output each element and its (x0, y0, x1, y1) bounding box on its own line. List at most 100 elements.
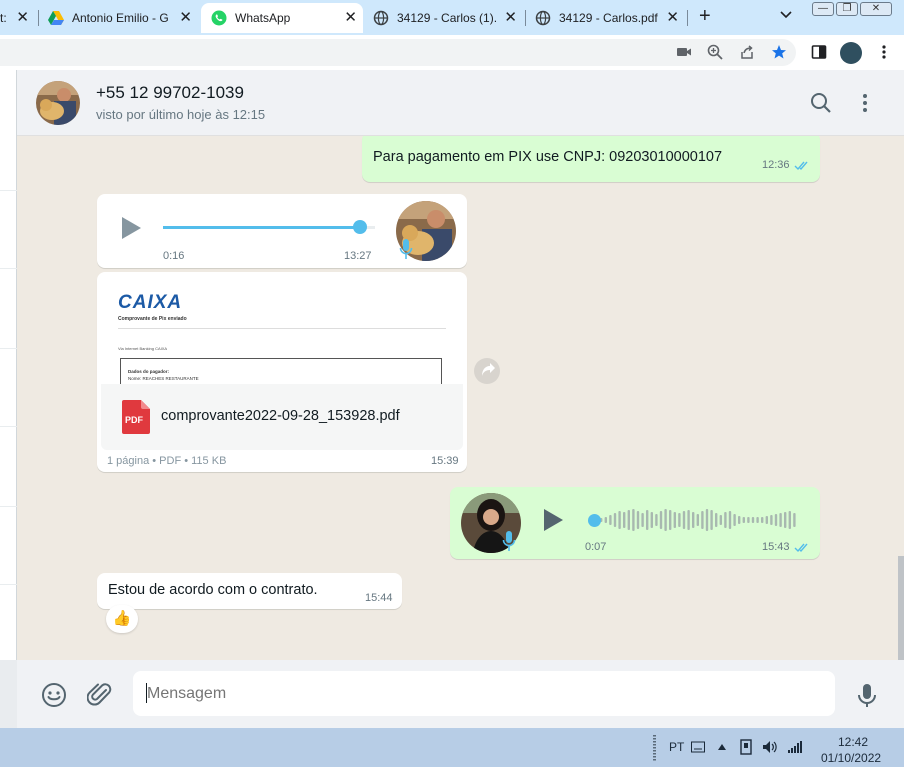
waveform-bar (728, 511, 732, 529)
google-drive-icon (48, 11, 64, 25)
message-time: 15:43 (762, 541, 790, 553)
forward-button[interactable] (474, 358, 500, 384)
preview-section: Dados do pagador: (128, 369, 170, 374)
waveform-bar (646, 510, 649, 530)
audio-elapsed: 0:16 (163, 250, 185, 262)
bookmark-star-icon[interactable] (771, 44, 787, 60)
tray-clock-date[interactable]: 01/10/2022 (821, 751, 881, 765)
tab-whatsapp[interactable]: WhatsApp ✕ (201, 3, 363, 33)
forward-icon (482, 363, 495, 376)
tab-separator (687, 10, 688, 26)
play-icon[interactable] (542, 508, 564, 532)
waveform-bar (664, 509, 667, 531)
new-tab-button[interactable]: + (699, 5, 711, 28)
message-incoming-document[interactable]: CAIXA Comprovante de Pix enviado Via Int… (97, 272, 467, 472)
maximize-window-icon[interactable]: ❐ (836, 2, 858, 16)
minimize-window-icon[interactable]: — (812, 2, 834, 16)
waveform-bar (632, 509, 635, 531)
document-file-row[interactable]: PDF comprovante2022-09-28_153928.pdf (101, 384, 463, 450)
waveform-bar (696, 514, 699, 526)
chat-menu-icon[interactable] (860, 92, 870, 114)
waveform-bar (705, 509, 709, 531)
audio-elapsed: 0:07 (585, 541, 607, 553)
waveform-bar (719, 515, 722, 525)
whatsapp-icon (211, 10, 227, 26)
chat-header[interactable]: +55 12 99702-1039 visto por último hoje … (17, 70, 904, 136)
message-list[interactable]: Para pagamento em PIX use CNPJ: 09203010… (17, 136, 904, 660)
preview-subtitle: Via Internet Banking CAIXA (118, 346, 168, 351)
contact-avatar[interactable] (36, 81, 80, 125)
share-icon[interactable] (739, 44, 755, 60)
usb-device-icon[interactable] (738, 739, 754, 755)
tab-close-icon[interactable]: ✕ (666, 10, 679, 25)
keyboard-icon[interactable] (691, 741, 705, 753)
side-panel-icon[interactable] (811, 44, 827, 60)
zoom-icon[interactable] (707, 44, 723, 60)
network-signal-icon[interactable] (787, 740, 803, 754)
chat-list-divider (0, 584, 17, 585)
audio-seek-handle[interactable] (353, 220, 368, 234)
message-incoming-audio[interactable]: 0:16 13:27 (97, 194, 467, 268)
chat-list-panel-edge (0, 70, 17, 660)
message-incoming-text[interactable]: Estou de acordo com o contrato. 15:44 (97, 573, 402, 609)
message-outgoing-text[interactable]: Para pagamento em PIX use CNPJ: 09203010… (362, 136, 820, 182)
waveform-bar (747, 517, 750, 523)
globe-icon (535, 10, 551, 26)
chat-list-divider (0, 426, 17, 427)
waveform-bar (710, 510, 713, 530)
globe-icon (373, 10, 389, 26)
preview-divider (118, 328, 446, 329)
microphone-icon (502, 531, 516, 551)
read-ticks-icon (794, 161, 808, 171)
waveform-bar (724, 512, 727, 528)
tab-search-chevron-icon[interactable] (779, 10, 793, 20)
tray-expand-icon[interactable] (717, 743, 727, 751)
waveform-bar (609, 515, 612, 525)
emoji-icon[interactable] (41, 682, 67, 708)
audio-waveform[interactable] (588, 505, 798, 535)
read-ticks-icon (794, 543, 808, 553)
message-time: 12:36 (762, 159, 790, 171)
contact-name[interactable]: +55 12 99702-1039 (96, 83, 244, 103)
reaction-badge[interactable]: 👍 (106, 605, 138, 633)
tab-close-icon[interactable]: ✕ (344, 10, 357, 25)
tab-partial[interactable]: t: ✕ (0, 3, 35, 33)
pdf-file-icon: PDF (122, 400, 150, 434)
document-file-name: comprovante2022-09-28_153928.pdf (161, 408, 400, 424)
tab-close-icon[interactable]: ✕ (179, 10, 192, 25)
message-composer (17, 660, 904, 728)
tray-language[interactable]: PT (669, 740, 684, 754)
contact-photo (36, 81, 80, 125)
tab-antonio-emilio[interactable]: Antonio Emilio - G ✕ (38, 3, 198, 33)
tab-close-icon[interactable]: ✕ (16, 10, 29, 25)
audio-seek-handle[interactable] (588, 514, 601, 527)
tab-carlos-1[interactable]: 34129 - Carlos (1). ✕ (363, 3, 523, 33)
waveform-bar (641, 513, 644, 527)
waveform-bar (793, 513, 796, 527)
message-outgoing-audio[interactable]: 0:07 15:43 (450, 487, 820, 559)
waveform-bar (655, 514, 658, 526)
tab-title: 34129 - Carlos (1). (397, 11, 498, 25)
waveform-bar (650, 512, 653, 528)
scrollbar[interactable] (898, 556, 904, 660)
browser-menu-icon[interactable] (876, 44, 892, 60)
camera-blocked-icon[interactable] (676, 44, 692, 60)
waveform-bar (636, 511, 640, 529)
close-window-icon[interactable]: ✕ (860, 2, 892, 16)
voice-record-icon[interactable] (854, 682, 880, 708)
waveform-bar (715, 513, 718, 527)
tab-carlos-pdf[interactable]: 34129 - Carlos.pdf ✕ (525, 3, 685, 33)
tray-clock-time[interactable]: 12:42 (838, 735, 868, 749)
volume-icon[interactable] (762, 740, 778, 754)
play-icon[interactable] (120, 216, 142, 240)
browser-tab-strip: t: ✕ Antonio Emilio - G ✕ WhatsApp ✕ 341… (0, 0, 904, 35)
search-icon[interactable] (810, 92, 832, 114)
attach-clip-icon[interactable] (87, 682, 113, 708)
waveform-bar (765, 516, 768, 524)
tab-close-icon[interactable]: ✕ (504, 10, 517, 25)
message-input[interactable] (133, 671, 835, 716)
document-preview[interactable]: CAIXA Comprovante de Pix enviado Via Int… (101, 276, 463, 388)
profile-avatar[interactable] (840, 42, 862, 64)
waveform-bar (733, 514, 736, 526)
text-cursor (146, 683, 147, 703)
